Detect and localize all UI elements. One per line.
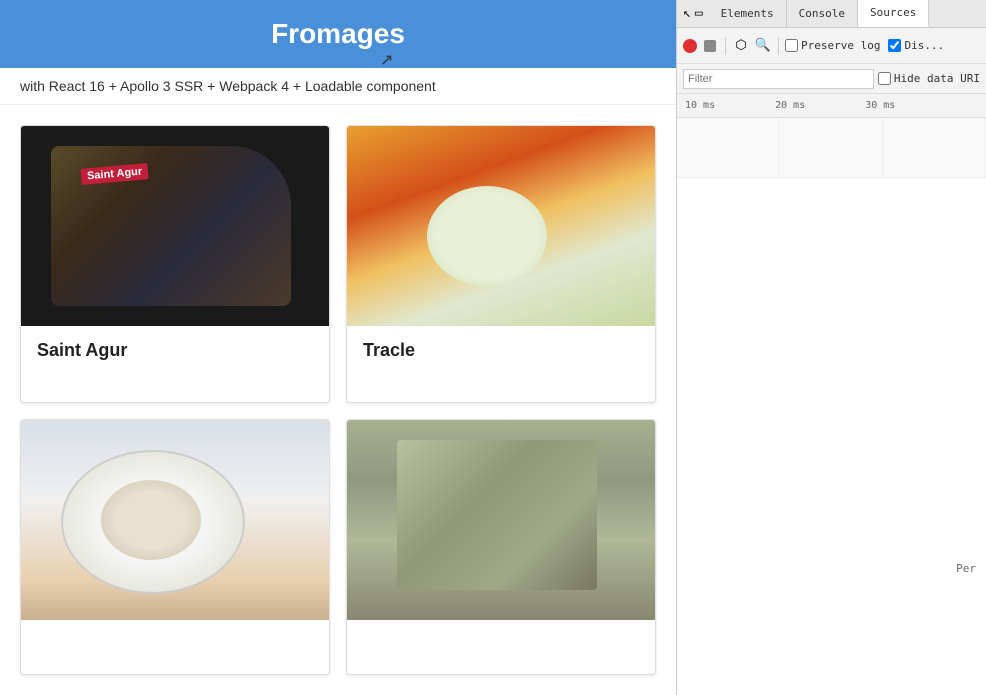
cheese-image-third: [21, 420, 329, 620]
cheese-name-fourth: [347, 620, 655, 648]
app-title: Fromages: [20, 18, 656, 50]
disable-cache-label[interactable]: Dis...: [888, 39, 944, 52]
timeline-header: 10 ms 20 ms 30 ms: [677, 94, 986, 118]
devtools-panel: ↖ ▭ Elements Console Sources ⬡ 🔍 Preserv…: [676, 0, 986, 695]
timeline-marker-10ms: 10 ms: [685, 100, 715, 111]
cheese-card-saint-agur[interactable]: Saint Agur: [20, 125, 330, 403]
stop-icon[interactable]: [701, 37, 719, 55]
network-content: Per: [677, 118, 986, 695]
app-header: Fromages: [0, 0, 676, 68]
hide-data-url-checkbox[interactable]: [878, 72, 891, 85]
app-subtitle: with React 16 + Apollo 3 SSR + Webpack 4…: [0, 68, 676, 105]
filter-icon[interactable]: ⬡: [732, 37, 750, 55]
devtools-filter-bar: Hide data URI: [677, 64, 986, 94]
cursor-icon[interactable]: ↖: [683, 6, 691, 21]
cheese-card-tracle[interactable]: Tracle: [346, 125, 656, 403]
cheese-card-third[interactable]: [20, 419, 330, 676]
tab-console[interactable]: Console: [787, 0, 858, 27]
cheese-image-fourth: [347, 420, 655, 620]
mobile-icon[interactable]: ▭: [695, 6, 703, 21]
cheese-image-saint-agur: [21, 126, 329, 326]
record-button[interactable]: [683, 39, 697, 53]
search-icon[interactable]: 🔍: [754, 37, 772, 55]
cheese-grid: Saint Agur Tracle: [0, 105, 676, 695]
disable-cache-checkbox[interactable]: [888, 39, 901, 52]
cheese-card-fourth[interactable]: [346, 419, 656, 676]
toolbar-divider: [725, 37, 726, 55]
preserve-log-label[interactable]: Preserve log: [785, 39, 880, 52]
devtools-tabs: ↖ ▭ Elements Console Sources: [677, 0, 986, 28]
cheese-image-tracle: [347, 126, 655, 326]
timeline-marker-30ms: 30 ms: [865, 100, 895, 111]
hide-data-url-label[interactable]: Hide data URI: [878, 72, 980, 85]
cheese-name-tracle: Tracle: [347, 326, 655, 375]
timeline-marker-20ms: 20 ms: [775, 100, 805, 111]
filter-input[interactable]: [683, 69, 874, 89]
app-area: Fromages with React 16 + Apollo 3 SSR + …: [0, 0, 676, 695]
cheese-name-saint-agur: Saint Agur: [21, 326, 329, 375]
cheese-name-third: [21, 620, 329, 648]
preserve-log-checkbox[interactable]: [785, 39, 798, 52]
per-label: Per: [956, 562, 976, 575]
tab-elements[interactable]: Elements: [709, 0, 787, 27]
devtools-toolbar: ⬡ 🔍 Preserve log Dis...: [677, 28, 986, 64]
toolbar-divider-2: [778, 37, 779, 55]
tab-sources[interactable]: Sources: [858, 0, 929, 27]
